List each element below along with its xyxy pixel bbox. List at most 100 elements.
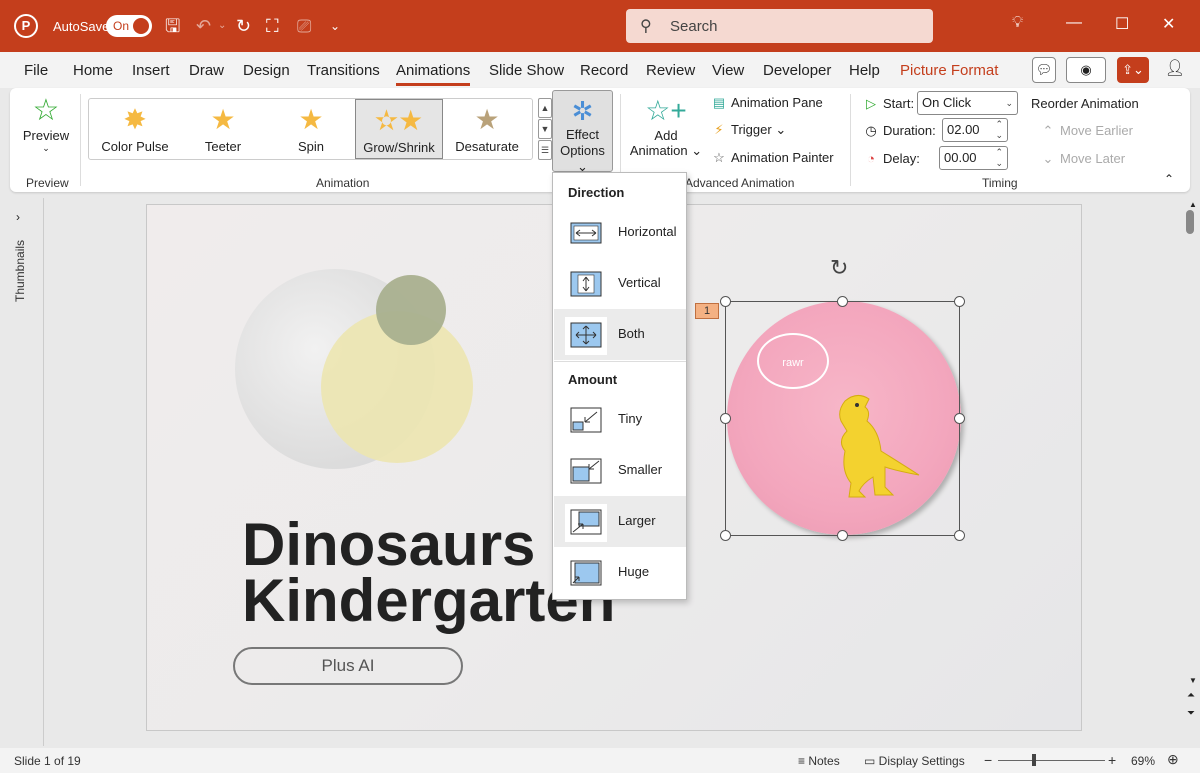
animation-spin[interactable]: ★ Spin [267,99,355,159]
preview-button[interactable]: ☆ Preview ⌄ [18,94,74,168]
minimize-icon[interactable]: — [1066,14,1082,32]
tab-record[interactable]: Record [580,62,628,79]
collapse-ribbon-icon[interactable]: ⌃ [1164,172,1174,186]
rotate-handle-icon[interactable]: ↻ [830,255,848,281]
amount-smaller[interactable]: Smaller [554,445,686,496]
tab-review[interactable]: Review [646,62,695,79]
add-animation-icon: ☆+ [645,95,687,126]
next-slide-icon[interactable]: ⏷ [1187,708,1195,719]
share-icon[interactable]: ⇪⌄ [1117,57,1149,83]
start-label: ▷ Start: [862,96,914,112]
save-icon[interactable]: 🖫 [165,14,180,38]
search-input[interactable]: Search [670,18,718,35]
tab-developer[interactable]: Developer [763,62,831,79]
resize-handle-n[interactable] [837,296,848,307]
tab-help[interactable]: Help [849,62,880,79]
resize-handle-ne[interactable] [954,296,965,307]
tab-home[interactable]: Home [73,62,113,79]
resize-handle-sw[interactable] [720,530,731,541]
tab-animations[interactable]: Animations [396,62,471,86]
tab-transitions[interactable]: Transitions [307,62,380,79]
maximize-icon[interactable]: ☐ [1115,14,1129,34]
animation-order-tag[interactable]: 1 [695,303,719,319]
comments-icon[interactable]: 💬︎ [1032,57,1056,83]
record-icon[interactable]: ◉ [1066,57,1106,83]
autosave-toggle[interactable]: On [106,15,152,37]
direction-both[interactable]: Both [554,309,686,360]
move-later-button[interactable]: ⌄ Move Later [1039,151,1126,167]
amount-huge[interactable]: Huge [554,547,686,598]
tab-draw[interactable]: Draw [189,62,224,79]
effect-options-button[interactable]: ✲ Effect Options ⌄ [552,90,613,174]
start-select[interactable]: On Click ⌄ [917,91,1018,115]
delay-field[interactable]: 00.00 ⌃ ⌄ [939,146,1008,170]
direction-vertical[interactable]: Vertical [554,258,686,309]
spinner-icon[interactable]: ⌃ ⌄ [995,147,1003,169]
spin-star-icon: ★ [298,104,324,135]
fit-slide-icon[interactable]: ⊕ [1167,751,1179,768]
present-icon[interactable]: ⛶ [266,14,279,38]
gallery-scroll-up-icon[interactable]: ▲ [538,98,552,118]
close-icon[interactable]: ✕ [1162,14,1175,34]
display-settings-button[interactable]: ▭ Display Settings [864,754,965,768]
animation-grow-shrink[interactable]: ✫★ Grow/Shrink [355,99,443,159]
resize-handle-nw[interactable] [720,296,731,307]
coauthor-icon[interactable]: 👤︎ [1164,57,1186,83]
resize-handle-w[interactable] [720,413,731,424]
animation-pane-button[interactable]: ▤ Animation Pane [710,95,823,111]
thumbnails-label[interactable]: Thumbnails [13,240,27,302]
smaller-icon [570,458,602,484]
scroll-thumb[interactable] [1186,210,1194,234]
amount-tiny[interactable]: Tiny [554,394,686,445]
zoom-slider-thumb[interactable] [1032,754,1036,766]
tab-file[interactable]: File [24,62,48,79]
search-box[interactable]: ⚲ Search [626,9,933,43]
previous-slide-icon[interactable]: ⏶ [1187,690,1195,701]
resize-handle-e[interactable] [954,413,965,424]
animation-teeter[interactable]: ★ Teeter [179,99,267,159]
tab-design[interactable]: Design [243,62,290,79]
undo-icon[interactable]: ↶ [196,14,211,38]
lightning-icon: ⚡︎ [714,122,724,137]
redo-icon[interactable]: ↻ [236,14,251,38]
animation-color-pulse[interactable]: ✸ Color Pulse [91,99,179,159]
grow-shrink-star-icon: ✫★ [374,105,424,136]
resize-handle-se[interactable] [954,530,965,541]
scroll-down-icon[interactable]: ▼ [1189,676,1197,685]
tab-insert[interactable]: Insert [132,62,170,79]
move-earlier-button[interactable]: ⌃ Move Earlier [1039,123,1133,139]
scroll-up-icon[interactable]: ▲ [1189,200,1197,209]
tiny-icon [570,407,602,433]
customize-toolbar-icon[interactable]: ⌄ [330,14,340,38]
trigger-button[interactable]: ⚡︎ Trigger ⌄ [710,122,786,138]
expand-thumbnails-icon[interactable]: › [16,210,20,224]
vertical-scrollbar[interactable]: ▲ ▼ ⏶ ⏷ [1183,198,1200,746]
zoom-out-icon[interactable]: − [984,752,992,768]
undo-dropdown-icon[interactable]: ⌄ [218,14,226,38]
lightbulb-icon[interactable]: 💡︎ [1012,14,1023,32]
animation-painter-button[interactable]: ☆ Animation Painter [710,150,833,166]
spinner-icon[interactable]: ⌃ ⌄ [995,119,1003,141]
item-label: Horizontal [618,224,677,239]
duration-field[interactable]: 02.00 ⌃ ⌄ [942,118,1008,142]
animation-label: Color Pulse [101,139,169,154]
green-circle [376,275,446,345]
notes-button[interactable]: ≡ Notes [798,754,840,768]
add-animation-button[interactable]: ☆+ Add Animation ⌄ [628,94,704,168]
zoom-level[interactable]: 69% [1131,754,1155,768]
tab-view[interactable]: View [712,62,744,79]
tab-picture-format[interactable]: Picture Format [900,62,998,79]
item-label: Both [618,326,645,341]
gallery-more-icon[interactable]: ☰ [538,140,552,160]
presenter-icon[interactable]: ⎚ [297,14,311,38]
plus-ai-button[interactable]: Plus AI [233,647,463,685]
animation-desaturate[interactable]: ★ Desaturate [443,99,531,159]
direction-horizontal[interactable]: Horizontal [554,207,686,258]
zoom-in-icon[interactable]: + [1108,752,1116,768]
gallery-scroll-down-icon[interactable]: ▼ [538,119,552,139]
amount-larger[interactable]: Larger [554,496,686,547]
tab-slide-show[interactable]: Slide Show [489,62,564,79]
zoom-slider[interactable] [998,760,1105,761]
resize-handle-s[interactable] [837,530,848,541]
animation-label: Teeter [204,139,242,154]
